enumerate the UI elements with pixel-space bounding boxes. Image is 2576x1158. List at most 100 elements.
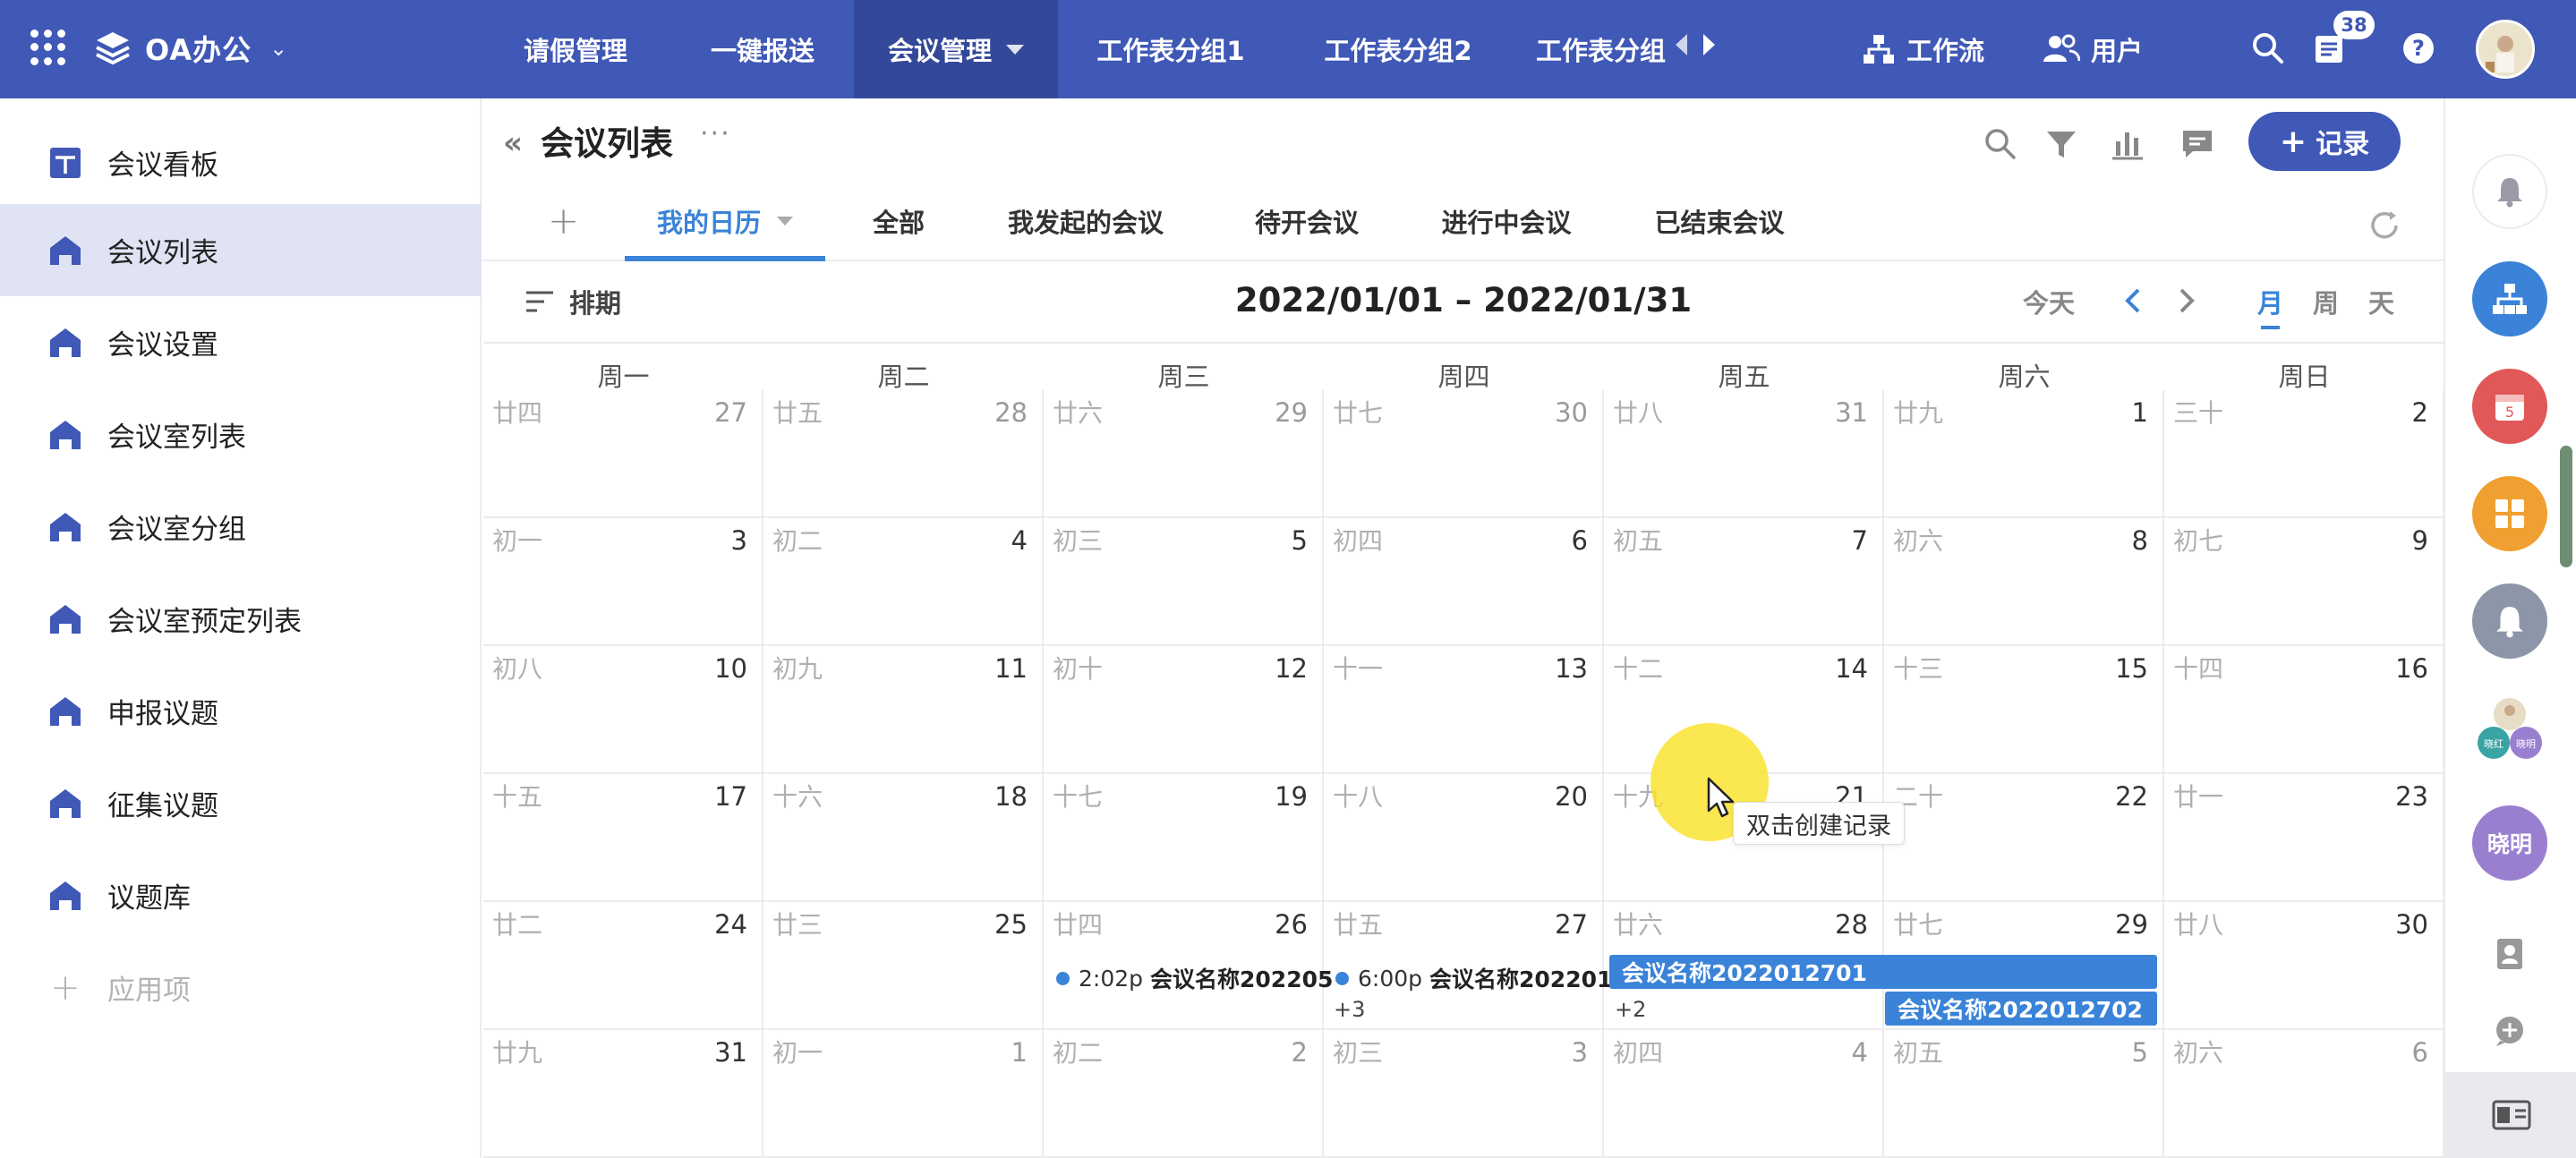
tab-my-initiated[interactable]: 我发起的会议 bbox=[981, 181, 1190, 261]
workflow-link[interactable]: 工作流 bbox=[1862, 27, 1984, 72]
add-view-icon[interactable]: + bbox=[548, 199, 579, 243]
next-month-icon[interactable] bbox=[2170, 285, 2202, 317]
calendar-day-cell[interactable]: 初六 6 bbox=[2164, 1030, 2444, 1158]
calendar-day-cell[interactable]: 初五 7 bbox=[1604, 518, 1884, 646]
calendar-day-cell[interactable]: 廿五 28 bbox=[763, 390, 1044, 518]
multi-day-meeting-event[interactable]: 会议名称2022012702 bbox=[1885, 992, 2157, 1026]
sidebar-item-submit-topic[interactable]: 申报议题 bbox=[0, 665, 482, 757]
add-record-button[interactable]: + 记录 bbox=[2248, 112, 2401, 171]
nav-tab-leave[interactable]: 请假管理 bbox=[501, 0, 650, 98]
sidebar-item-meeting-settings[interactable]: 会议设置 bbox=[0, 296, 482, 388]
month-view-button[interactable]: 月 bbox=[2257, 283, 2283, 329]
week-view-button[interactable]: 周 bbox=[2313, 283, 2339, 320]
sidebar-item-topic-library[interactable]: 议题库 bbox=[0, 849, 482, 941]
calendar-day-cell[interactable]: 廿八 31 bbox=[1604, 390, 1884, 518]
app-switcher[interactable]: OA办公 ⌄ bbox=[93, 25, 287, 72]
nav-tab-meetings[interactable]: 会议管理 bbox=[854, 0, 1058, 98]
multi-day-meeting-event[interactable]: 会议名称2022012701 bbox=[1609, 955, 2157, 989]
statistics-icon[interactable] bbox=[2105, 122, 2150, 166]
calendar-day-cell[interactable]: 初六 8 bbox=[1884, 518, 2164, 646]
user-avatar[interactable] bbox=[2476, 20, 2535, 79]
sidebar-item-room-groups[interactable]: 会议室分组 bbox=[0, 481, 482, 573]
sidebar-item-collect-topics[interactable]: 征集议题 bbox=[0, 757, 482, 849]
tab-all[interactable]: 全部 bbox=[856, 181, 942, 261]
panel-toggle-icon[interactable] bbox=[2445, 1072, 2576, 1158]
rail-scrollbar[interactable] bbox=[2560, 446, 2572, 567]
calendar-day-cell[interactable]: 初九 11 bbox=[763, 646, 1044, 774]
calendar-day-cell[interactable]: 十五 17 bbox=[483, 774, 763, 902]
calendar-day-cell[interactable]: 二十 22 bbox=[1884, 774, 2164, 902]
add-app-item-button[interactable]: + 应用项 bbox=[0, 941, 482, 1034]
calendar-day-cell[interactable]: 十四 16 bbox=[2164, 646, 2444, 774]
scroll-left-icon[interactable] bbox=[1676, 34, 1687, 55]
nav-tab-report[interactable]: 一键报送 bbox=[689, 0, 836, 98]
today-button[interactable]: 今天 bbox=[2023, 283, 2075, 320]
previous-month-icon[interactable] bbox=[2118, 285, 2150, 317]
nav-tab-group2[interactable]: 工作表分组2 bbox=[1309, 0, 1488, 98]
filter-icon[interactable] bbox=[2039, 122, 2084, 166]
calendar-day-cell[interactable]: 廿二 24 bbox=[483, 902, 763, 1030]
calendar-day-cell[interactable]: 廿七 30 bbox=[1324, 390, 1604, 518]
calendar-day-cell[interactable]: 廿九 1 bbox=[1884, 390, 2164, 518]
calendar-day-cell[interactable]: 初二 4 bbox=[763, 518, 1044, 646]
org-chart-icon[interactable] bbox=[2472, 261, 2547, 336]
scroll-right-icon[interactable] bbox=[1703, 34, 1715, 55]
avatar[interactable]: 晓明 bbox=[2472, 805, 2547, 881]
meeting-event[interactable]: 2:02p 会议名称202205 bbox=[1056, 962, 1348, 994]
day-view-button[interactable]: 天 bbox=[2368, 283, 2394, 320]
app-grid-icon[interactable] bbox=[30, 30, 66, 65]
users-label: 用户 bbox=[2091, 36, 2144, 66]
nav-tab-group3[interactable]: 工作表分组 bbox=[1536, 0, 1670, 98]
group-avatar-icon[interactable]: 晓红 晓明 bbox=[2472, 691, 2547, 766]
calendar-day-cell[interactable]: 初七 9 bbox=[2164, 518, 2444, 646]
sidebar-item-meeting-list[interactable]: 会议列表 bbox=[0, 204, 482, 296]
calendar-day-cell[interactable]: 初三 5 bbox=[1044, 518, 1324, 646]
bell-icon[interactable] bbox=[2472, 583, 2547, 659]
calendar-day-cell[interactable]: 初四 4 bbox=[1604, 1030, 1884, 1158]
refresh-icon[interactable] bbox=[2367, 208, 2402, 243]
more-options-icon[interactable]: ··· bbox=[700, 118, 731, 149]
calendar-day-cell[interactable]: 初三 3 bbox=[1324, 1030, 1604, 1158]
meeting-event[interactable]: 6:00p 会议名称2022012 bbox=[1335, 962, 1627, 994]
sidebar-item-room-list[interactable]: 会议室列表 bbox=[0, 388, 482, 481]
collapse-sidebar-icon[interactable]: ‹‹ bbox=[503, 125, 523, 161]
calendar-day-cell[interactable]: 廿六 29 bbox=[1044, 390, 1324, 518]
calendar-day-cell[interactable]: 初二 2 bbox=[1044, 1030, 1324, 1158]
chat-add-icon[interactable] bbox=[2472, 993, 2547, 1069]
sidebar-item-room-bookings[interactable]: 会议室预定列表 bbox=[0, 573, 482, 665]
calendar-day-cell[interactable]: 廿一 23 bbox=[2164, 774, 2444, 902]
tab-in-progress[interactable]: 进行中会议 bbox=[1414, 181, 1599, 261]
search-icon[interactable] bbox=[1978, 122, 2023, 166]
calendar-day-cell[interactable]: 初一 3 bbox=[483, 518, 763, 646]
calendar-day-cell[interactable]: 十八 20 bbox=[1324, 774, 1604, 902]
calendar-day-cell[interactable]: 廿四 27 bbox=[483, 390, 763, 518]
grid-icon[interactable] bbox=[2472, 476, 2547, 551]
sidebar-item-meeting-board[interactable]: 会议看板 bbox=[0, 116, 482, 209]
calendar-day-cell[interactable]: 廿八 30 bbox=[2164, 902, 2444, 1030]
tab-ended[interactable]: 已结束会议 bbox=[1625, 181, 1813, 261]
calendar-day-cell[interactable]: 初十 12 bbox=[1044, 646, 1324, 774]
discussion-icon[interactable] bbox=[2175, 122, 2220, 166]
more-events-link[interactable]: +3 bbox=[1334, 997, 1365, 1022]
calendar-icon[interactable]: 5 bbox=[2472, 369, 2547, 444]
tab-my-calendar[interactable]: 我的日历 bbox=[625, 181, 825, 261]
search-icon[interactable] bbox=[2247, 27, 2290, 70]
calendar-day-cell[interactable]: 初五 5 bbox=[1884, 1030, 2164, 1158]
calendar-day-cell[interactable]: 十一 13 bbox=[1324, 646, 1604, 774]
bell-icon[interactable] bbox=[2472, 154, 2547, 229]
help-icon[interactable]: ? bbox=[2397, 27, 2440, 70]
calendar-day-cell[interactable]: 廿三 25 bbox=[763, 902, 1044, 1030]
calendar-day-cell[interactable]: 十三 15 bbox=[1884, 646, 2164, 774]
calendar-day-cell[interactable]: 三十 2 bbox=[2164, 390, 2444, 518]
contacts-icon[interactable] bbox=[2472, 916, 2547, 992]
calendar-day-cell[interactable]: 十六 18 bbox=[763, 774, 1044, 902]
tab-upcoming[interactable]: 待开会议 bbox=[1226, 181, 1387, 261]
calendar-day-cell[interactable]: 初四 6 bbox=[1324, 518, 1604, 646]
nav-tab-group1[interactable]: 工作表分组1 bbox=[1081, 0, 1260, 98]
more-events-link[interactable]: +2 bbox=[1615, 997, 1646, 1022]
calendar-day-cell[interactable]: 十七 19 bbox=[1044, 774, 1324, 902]
calendar-day-cell[interactable]: 廿九 31 bbox=[483, 1030, 763, 1158]
users-link[interactable]: 用户 bbox=[2043, 27, 2143, 72]
calendar-day-cell[interactable]: 初八 10 bbox=[483, 646, 763, 774]
calendar-day-cell[interactable]: 初一 1 bbox=[763, 1030, 1044, 1158]
